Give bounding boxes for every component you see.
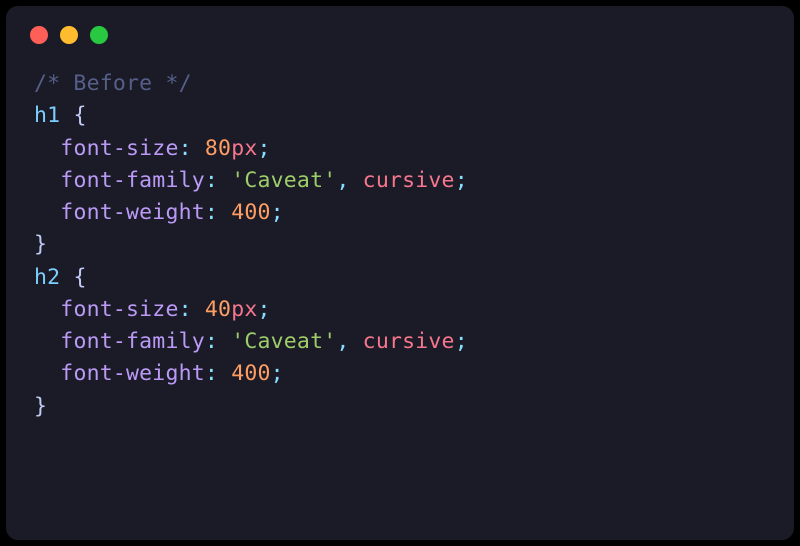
semicolon: ;: [455, 168, 468, 193]
colon: :: [179, 297, 192, 322]
css-property: font-family: [60, 168, 205, 193]
colon: :: [205, 200, 218, 225]
colon: :: [205, 329, 218, 354]
css-property: font-family: [60, 329, 205, 354]
css-number: 40: [205, 297, 231, 322]
colon: :: [179, 136, 192, 161]
brace-open: {: [73, 265, 86, 290]
semicolon: ;: [271, 361, 284, 386]
css-property: font-weight: [60, 200, 205, 225]
brace-open: {: [73, 103, 86, 128]
css-unit: px: [231, 297, 257, 322]
window-titlebar: [6, 26, 794, 68]
css-string: 'Caveat': [231, 168, 336, 193]
maximize-icon[interactable]: [90, 26, 108, 44]
code-window: /* Before */ h1 { font-size: 80px; font-…: [6, 6, 794, 540]
close-icon[interactable]: [30, 26, 48, 44]
css-selector: h2: [34, 265, 60, 290]
css-property: font-size: [60, 136, 178, 161]
css-unit: px: [231, 136, 257, 161]
css-selector: h1: [34, 103, 60, 128]
css-keyword: cursive: [363, 168, 455, 193]
css-string: 'Caveat': [231, 329, 336, 354]
comma: ,: [336, 329, 349, 354]
comma: ,: [336, 168, 349, 193]
css-number: 400: [231, 200, 270, 225]
semicolon: ;: [455, 329, 468, 354]
brace-close: }: [34, 232, 47, 257]
colon: :: [205, 168, 218, 193]
code-comment: /* Before */: [34, 71, 192, 96]
semicolon: ;: [258, 297, 271, 322]
code-block: /* Before */ h1 { font-size: 80px; font-…: [6, 68, 794, 423]
semicolon: ;: [258, 136, 271, 161]
css-keyword: cursive: [363, 329, 455, 354]
css-number: 80: [205, 136, 231, 161]
colon: :: [205, 361, 218, 386]
css-property: font-weight: [60, 361, 205, 386]
minimize-icon[interactable]: [60, 26, 78, 44]
brace-close: }: [34, 394, 47, 419]
css-property: font-size: [60, 297, 178, 322]
semicolon: ;: [271, 200, 284, 225]
css-number: 400: [231, 361, 270, 386]
